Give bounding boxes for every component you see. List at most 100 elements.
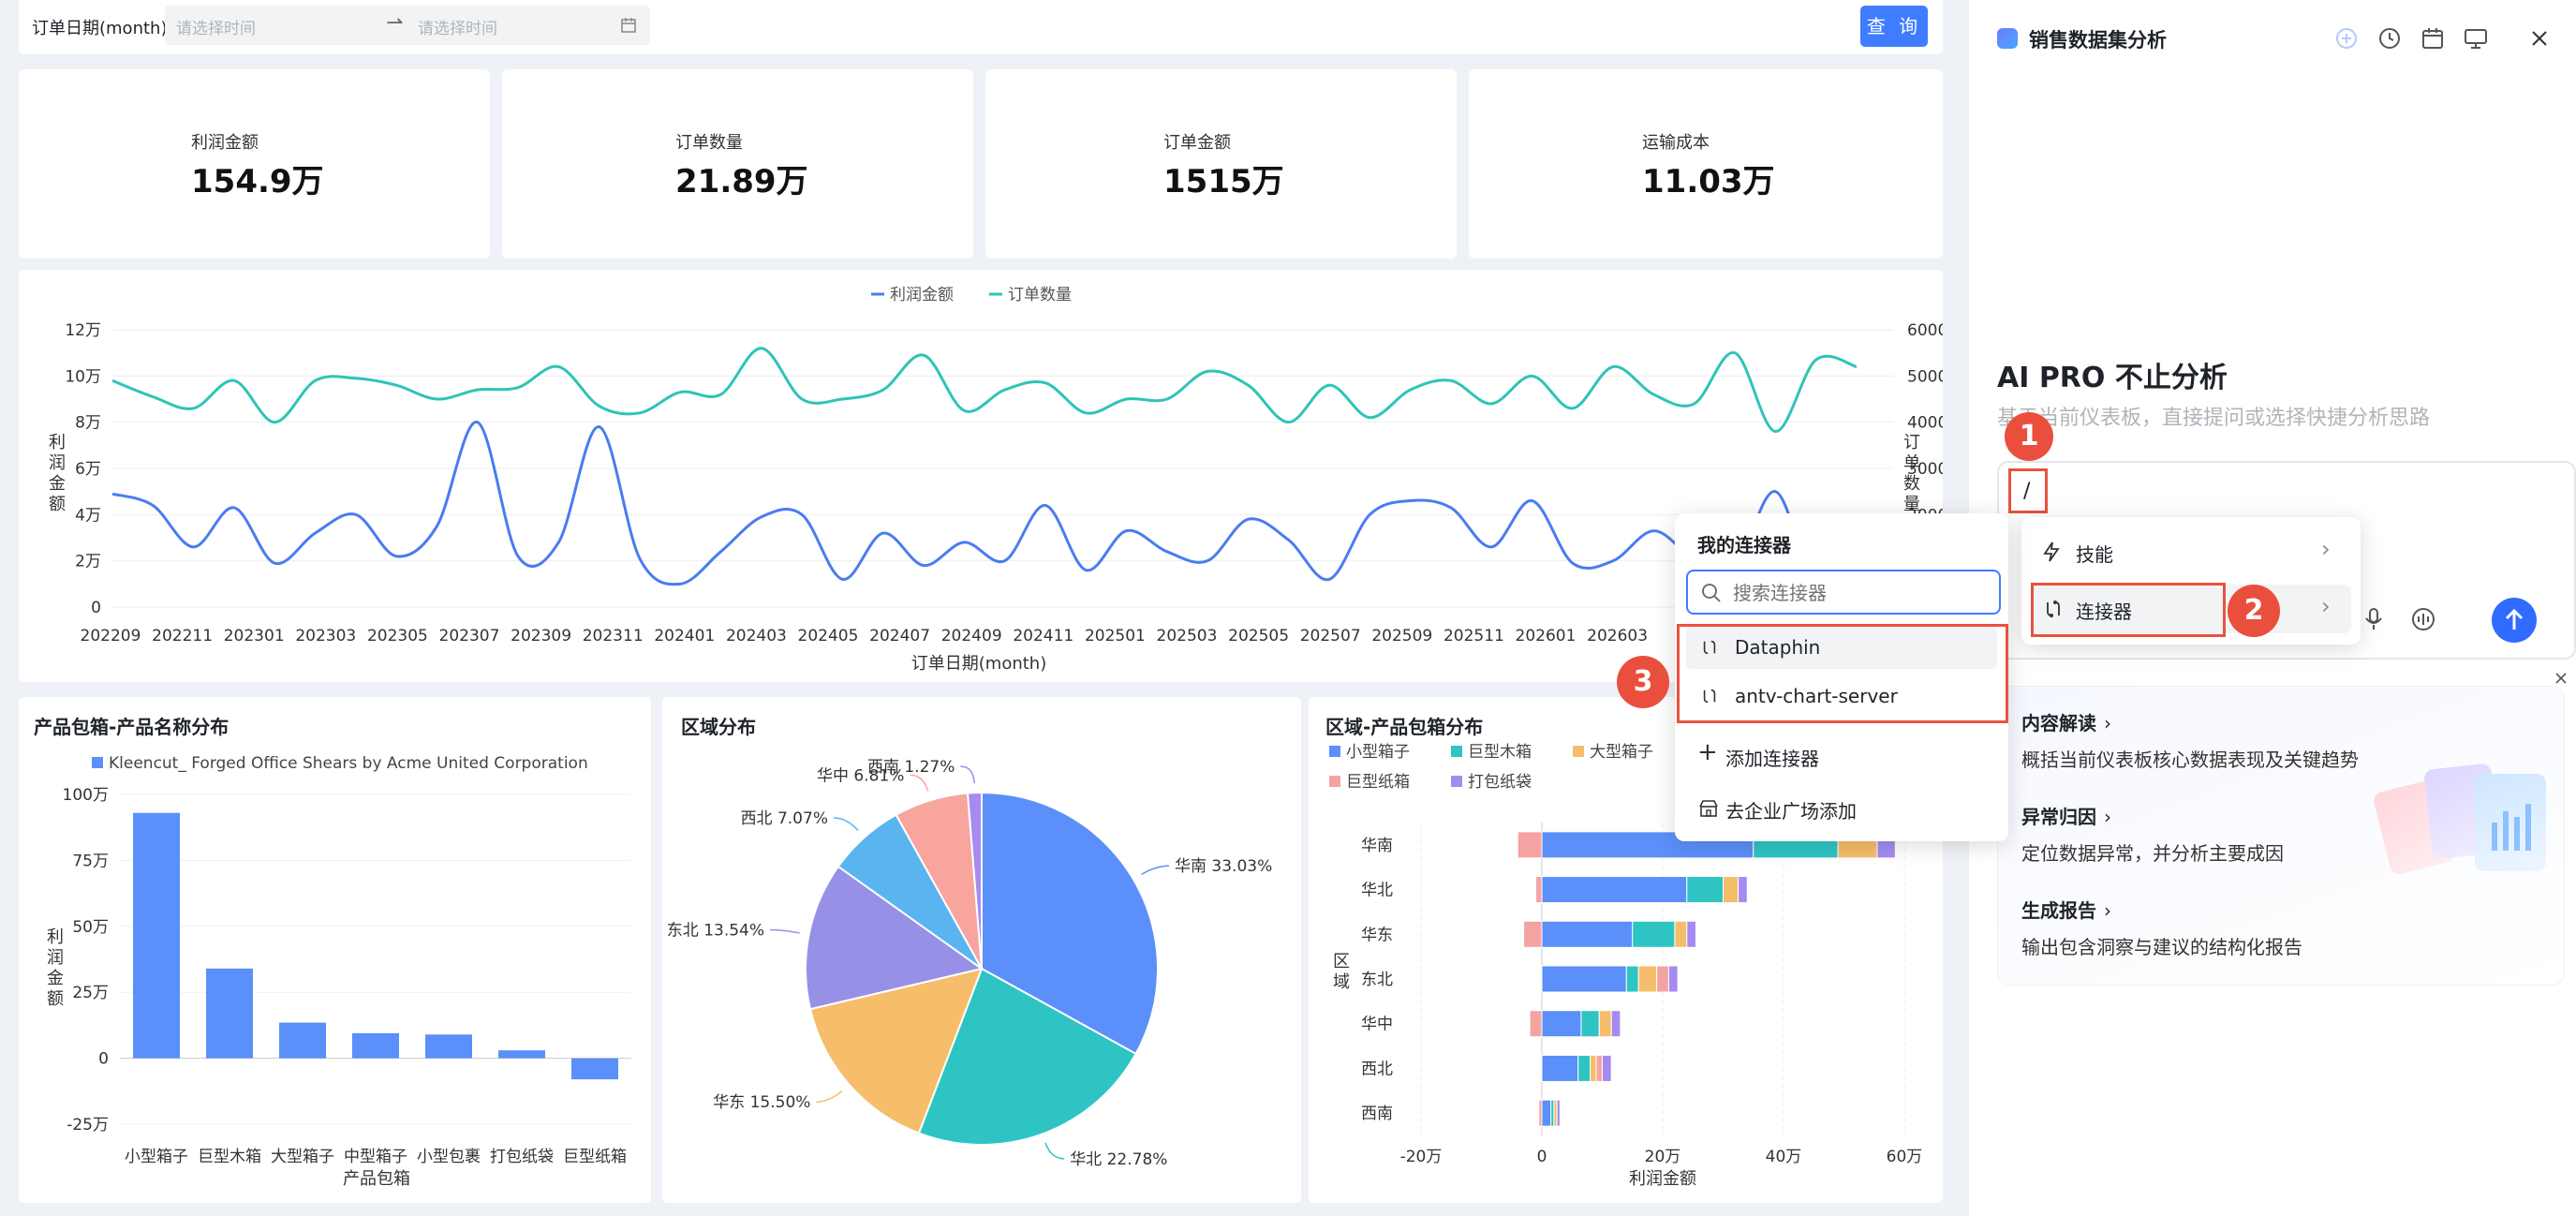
close-icon[interactable]: [2554, 671, 2569, 686]
x-tick: 202407: [869, 627, 930, 645]
quick-item-interpret[interactable]: 内容解读 › 概括当前仪表板核心数据表现及关键趋势: [2021, 708, 2415, 774]
legend-label: Kleencut_ Forged Office Shears by Acme U…: [109, 754, 588, 773]
chevron-right-icon: ›: [2104, 899, 2111, 922]
connector-search[interactable]: [1686, 570, 2001, 615]
x-tick: 202307: [439, 627, 500, 645]
bar-chart: Kleencut_ Forged Office Shears by Acme U…: [47, 754, 631, 1189]
bar-chart-card: 产品包箱-产品名称分布 Kleencut_ Forged Office Shea…: [19, 697, 651, 1203]
plus-icon: +: [1697, 738, 1718, 766]
y-tick: 50万: [72, 918, 109, 937]
x-tick: 巨型纸箱: [563, 1148, 627, 1166]
x-tick: 60万: [1887, 1148, 1923, 1166]
calendar-icon[interactable]: [2421, 26, 2445, 51]
add-connector-label: 添加连接器: [1725, 748, 1819, 770]
x-tick: 202501: [1085, 627, 1146, 645]
send-button[interactable]: [2492, 598, 2537, 643]
x-tick: -20万: [1400, 1148, 1443, 1166]
slice-label: 华南 33.03%: [1175, 857, 1272, 876]
legend-label: 打包纸袋: [1468, 773, 1532, 792]
bar-segment: [1535, 876, 1543, 904]
legend-swatch: [1329, 776, 1340, 787]
kpi-label: 订单数量: [675, 133, 743, 153]
microphone-icon[interactable]: [2362, 607, 2385, 631]
x-tick: 202411: [1013, 627, 1073, 645]
voice-wave-icon[interactable]: [2411, 607, 2435, 631]
y-tick: -25万: [67, 1116, 109, 1134]
ai-headline: AI PRO 不止分析: [1997, 362, 2228, 394]
x-tick: 202405: [798, 627, 859, 645]
legend-label: 利润金额: [890, 286, 954, 304]
x-tick: 0: [1537, 1148, 1547, 1166]
bar-segment: [1580, 1010, 1600, 1038]
calendar-icon[interactable]: [620, 17, 637, 34]
date-range-picker[interactable]: 请选择时间 ⇀ 请选择时间: [165, 6, 650, 45]
y-left-tick: 2万: [75, 553, 101, 571]
screen-icon[interactable]: [2464, 26, 2488, 51]
y-right-tick: 4000: [1907, 414, 1943, 433]
chevron-right-icon: ›: [2104, 712, 2111, 734]
y-title: 区域: [1333, 952, 1350, 992]
range-arrow-icon: ⇀: [386, 11, 404, 35]
x-tick: 202503: [1157, 627, 1218, 645]
quick-item-title: 内容解读: [2021, 712, 2096, 734]
close-icon[interactable]: [2529, 28, 2550, 49]
label-leader: [770, 928, 800, 934]
bar-segment: [1656, 965, 1669, 993]
label-leader: [960, 765, 975, 784]
new-chat-icon[interactable]: [2334, 26, 2359, 51]
end-date-input[interactable]: 请选择时间: [418, 15, 497, 38]
y-left-tick: 12万: [65, 321, 101, 340]
y-tick: 华东: [1361, 926, 1393, 944]
y-tick: 西南: [1361, 1105, 1393, 1123]
dropdown-title: 我的连接器: [1697, 534, 1791, 556]
bar: [498, 1050, 545, 1059]
history-icon[interactable]: [2377, 26, 2402, 51]
chevron-right-icon: ›: [2104, 806, 2111, 828]
arrow-up-icon: [2505, 608, 2524, 630]
bar-segment: [1602, 1054, 1612, 1082]
query-button[interactable]: 查 询: [1860, 6, 1928, 47]
legend-label: 大型箱子: [1590, 743, 1653, 762]
connector-dropdown: 我的连接器 Dataphin antv-chart-server + 添加连接器…: [1675, 513, 2008, 841]
y-left-tick: 6万: [75, 460, 101, 479]
pie-chart: 华南 33.03% 华北 22.78% 华东 15.50% 东北 13.54% 西北 7…: [667, 758, 1272, 1169]
label-leader: [1141, 865, 1170, 876]
bar-segment: [1632, 920, 1676, 948]
slice-label: 华北 22.78%: [1070, 1150, 1167, 1169]
x-tick: 40万: [1766, 1148, 1802, 1166]
pie-chart-card: 区域分布 华南 33.03% 华北 22.78% 华东 15.50% 东北 13.54…: [662, 697, 1301, 1203]
quick-item-desc: 概括当前仪表板核心数据表现及关键趋势: [2021, 749, 2359, 771]
y-left-tick: 0: [91, 599, 101, 617]
bar-segment: [1556, 1099, 1561, 1127]
bar-segment: [1538, 1099, 1543, 1127]
y-tick: 东北: [1361, 971, 1393, 989]
menu-item-skills[interactable]: 技能 ›: [2031, 530, 2351, 573]
start-date-input[interactable]: 请选择时间: [176, 15, 256, 38]
bar: [279, 1022, 326, 1059]
bar-segment: [1523, 920, 1543, 948]
y-tick: 华北: [1361, 882, 1393, 900]
quick-item-anomaly[interactable]: 异常归因 › 定位数据异常，并分析主要成因: [2021, 802, 2415, 868]
bar: [425, 1034, 472, 1059]
y-tick: 西北: [1361, 1060, 1393, 1078]
y-left-tick: 8万: [75, 414, 101, 433]
bar-segment: [1667, 965, 1679, 993]
bar: [133, 812, 180, 1059]
bar-segment: [1541, 1099, 1552, 1127]
line-chart: 利润金额订单数量12万10万8万6万4万2万060005000400030002…: [49, 286, 1943, 674]
y-tick: 华南: [1361, 837, 1393, 855]
quick-item-title: 生成报告: [2021, 899, 2096, 922]
kpi-value: 21.89万: [675, 163, 808, 200]
y-tick: 100万: [63, 786, 109, 805]
add-connector-button[interactable]: + 添加连接器: [1686, 734, 1997, 778]
label-leader: [816, 1090, 843, 1103]
bar-segment: [1625, 965, 1639, 993]
connector-search-input[interactable]: [1731, 581, 1988, 605]
legend-swatch: [1451, 776, 1462, 787]
kpi-label: 订单金额: [1163, 133, 1231, 153]
quick-item-report[interactable]: 生成报告 › 输出包含洞察与建议的结构化报告: [2021, 896, 2415, 961]
x-tick: 巨型木箱: [198, 1148, 261, 1166]
slice-label: 东北 13.54%: [667, 921, 764, 940]
enterprise-market-button[interactable]: 去企业广场添加: [1686, 787, 1997, 830]
x-tick: 打包纸袋: [490, 1148, 554, 1166]
